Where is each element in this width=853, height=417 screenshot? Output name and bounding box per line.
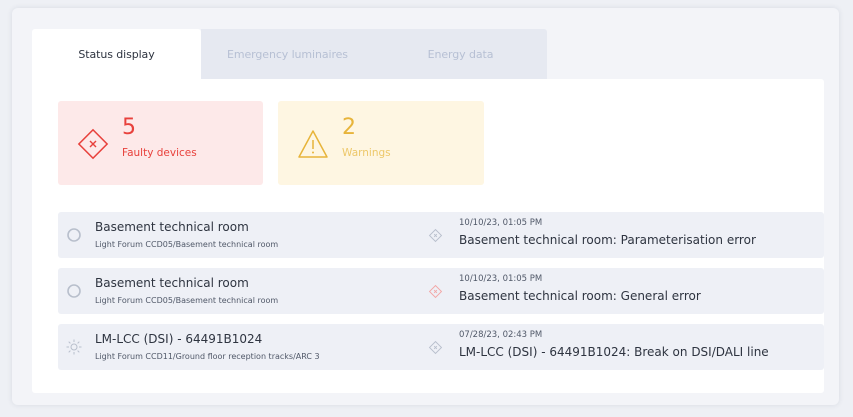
error-diamond-icon [428,228,443,243]
tab-emergency-luminaires[interactable]: Emergency luminaires [201,29,374,79]
status-panel: Status display Emergency luminaires Ener… [12,8,839,405]
device-path: Light Forum CCD11/Ground floor reception… [95,352,320,361]
luminaire-sun-icon [66,339,82,355]
event-time: 07/28/23, 02:43 PM [459,330,543,340]
status-display-content: 5 Faulty devices 2 Warnings Basement tec… [32,79,824,393]
circle-device-icon [67,284,81,298]
event-time: 10/10/23, 01:05 PM [459,274,543,284]
warning-triangle-icon [298,130,328,158]
device-name: LM-LCC (DSI) - 64491B1024 [95,332,263,346]
error-diamond-icon [428,284,443,299]
faulty-devices-count: 5 [122,115,136,140]
event-row[interactable]: Basement technical room Light Forum CCD0… [58,212,824,258]
device-path: Light Forum CCD05/Basement technical roo… [95,296,279,305]
event-list: Basement technical room Light Forum CCD0… [58,212,824,380]
tab-energy-data[interactable]: Energy data [374,29,547,79]
error-diamond-icon [428,340,443,355]
warnings-card[interactable]: 2 Warnings [278,101,484,185]
event-message: Basement technical room: Parameterisatio… [459,233,756,247]
event-message: LM-LCC (DSI) - 64491B1024: Break on DSI/… [459,345,769,359]
tab-status-display[interactable]: Status display [32,29,201,79]
device-path: Light Forum CCD05/Basement technical roo… [95,240,279,249]
warnings-count: 2 [342,115,356,140]
device-name: Basement technical room [95,276,249,290]
faulty-devices-label: Faulty devices [122,147,197,159]
event-time: 10/10/23, 01:05 PM [459,218,543,228]
tab-bar: Status display Emergency luminaires Ener… [32,29,547,79]
device-name: Basement technical room [95,220,249,234]
event-row[interactable]: Basement technical room Light Forum CCD0… [58,268,824,314]
faulty-devices-card[interactable]: 5 Faulty devices [58,101,263,185]
event-row[interactable]: LM-LCC (DSI) - 64491B1024 Light Forum CC… [58,324,824,370]
event-message: Basement technical room: General error [459,289,701,303]
warnings-label: Warnings [342,147,391,159]
circle-device-icon [67,228,81,242]
error-diamond-icon [77,128,109,160]
